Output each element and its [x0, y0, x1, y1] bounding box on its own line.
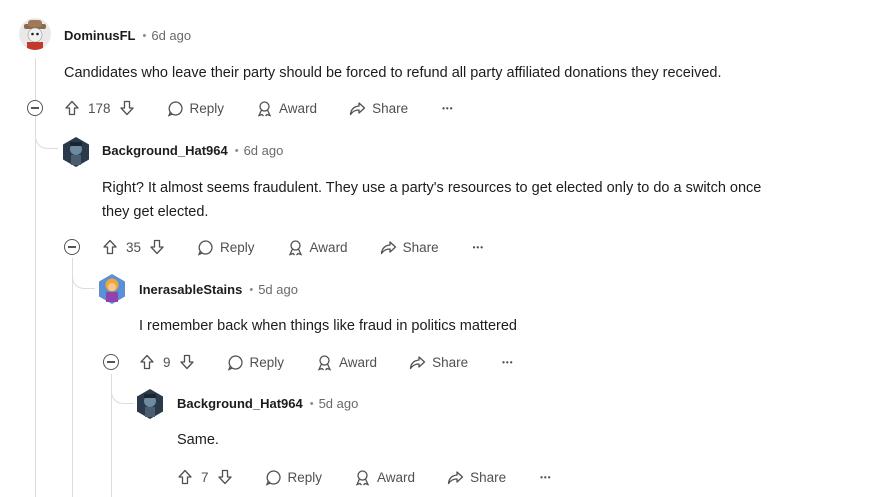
share-label: Share	[372, 100, 409, 116]
author-name[interactable]: DominusFL	[64, 28, 136, 43]
speech-bubble-icon	[227, 354, 243, 371]
share-arrow-icon	[349, 101, 366, 115]
vote-group: 7	[177, 469, 233, 485]
vote-group: 9	[139, 354, 195, 370]
award-ribbon-icon	[288, 239, 302, 256]
reply-label: Reply	[189, 100, 225, 116]
comment-actions: 7 Reply Award Share •••	[177, 465, 552, 489]
award-label: Award	[377, 469, 416, 485]
award-button[interactable]: Award	[256, 100, 317, 117]
separator: •	[309, 397, 314, 410]
timestamp[interactable]: 6d ago	[244, 143, 284, 158]
comment-meta: Background_Hat964 • 5d ago	[177, 396, 358, 411]
share-button[interactable]: Share	[409, 354, 468, 371]
timestamp[interactable]: 6d ago	[151, 28, 191, 43]
timestamp[interactable]: 5d ago	[319, 396, 359, 411]
comment-text-line: I remember back when things like fraud i…	[139, 318, 517, 334]
separator: •	[234, 144, 239, 157]
comment-text-line: Candidates who leave their party should …	[64, 65, 722, 81]
collapse-minus-icon[interactable]	[103, 354, 119, 370]
reply-label: Reply	[287, 469, 323, 485]
award-ribbon-icon	[257, 100, 272, 117]
speech-bubble-icon	[265, 469, 281, 486]
vote-group: 35	[102, 239, 165, 255]
vote-count: 7	[201, 469, 209, 485]
thread-line-level-0	[35, 58, 36, 497]
reply-label: Reply	[249, 354, 285, 370]
share-arrow-icon	[380, 240, 396, 254]
award-label: Award	[279, 100, 318, 116]
comment-meta: DominusFL • 6d ago	[64, 28, 191, 43]
collapse-minus-icon[interactable]	[64, 239, 80, 255]
share-label: Share	[470, 469, 507, 485]
arrow-down-icon[interactable]	[119, 100, 135, 116]
comment-actions: 35 Reply Award Share •••	[102, 235, 484, 259]
share-label: Share	[402, 239, 439, 255]
avatar[interactable]	[96, 273, 128, 305]
avatar[interactable]	[134, 388, 166, 420]
arrow-up-icon[interactable]	[64, 100, 80, 116]
author-name[interactable]: InerasableStains	[139, 282, 242, 297]
collapse-minus-icon[interactable]	[27, 100, 43, 116]
vote-count: 35	[126, 239, 142, 255]
award-label: Award	[339, 354, 378, 370]
arrow-down-icon[interactable]	[149, 239, 165, 255]
share-button[interactable]: Share	[380, 239, 439, 256]
comment-body: Right? It almost seems fraudulent. They …	[102, 176, 761, 224]
reply-label: Reply	[220, 239, 255, 255]
vote-count: 178	[88, 100, 111, 116]
share-label: Share	[432, 354, 469, 370]
award-button[interactable]: Award	[354, 469, 415, 486]
author-name[interactable]: Background_Hat964	[177, 396, 303, 411]
comment-text-line: Same.	[177, 432, 219, 448]
reply-button[interactable]: Reply	[227, 354, 285, 371]
comment-actions: 9 Reply Award Share •••	[139, 350, 514, 374]
vote-count: 9	[163, 354, 171, 370]
reply-button[interactable]: Reply	[197, 239, 255, 256]
thread-line-level-1	[72, 258, 73, 497]
comment-body: Same.	[177, 428, 219, 452]
thread-connector	[35, 132, 58, 149]
speech-bubble-icon	[167, 100, 183, 117]
comment-body: I remember back when things like fraud i…	[139, 314, 517, 338]
more-options-button[interactable]: •••	[540, 473, 551, 482]
award-button[interactable]: Award	[316, 354, 377, 371]
share-button[interactable]: Share	[349, 100, 408, 117]
award-button[interactable]: Award	[287, 239, 348, 256]
reply-button[interactable]: Reply	[167, 100, 225, 117]
speech-bubble-icon	[197, 239, 213, 256]
arrow-down-icon[interactable]	[179, 354, 195, 370]
award-label: Award	[309, 239, 348, 255]
arrow-down-icon[interactable]	[217, 469, 233, 485]
author-name[interactable]: Background_Hat964	[102, 143, 228, 158]
comment-text-line: they get elected.	[102, 204, 209, 220]
arrow-up-icon[interactable]	[139, 354, 155, 370]
more-options-button[interactable]: •••	[442, 104, 453, 113]
more-options-button[interactable]: •••	[473, 243, 484, 252]
vote-group: 178	[64, 100, 135, 116]
share-button[interactable]: Share	[447, 469, 506, 486]
separator: •	[249, 283, 254, 296]
share-arrow-icon	[447, 470, 464, 484]
avatar[interactable]	[60, 136, 92, 168]
separator: •	[142, 29, 147, 42]
share-arrow-icon	[409, 355, 426, 369]
arrow-up-icon[interactable]	[177, 469, 193, 485]
thread-connector	[72, 272, 95, 289]
comment-meta: Background_Hat964 • 6d ago	[102, 143, 283, 158]
thread-connector	[111, 387, 134, 404]
comment-meta: InerasableStains • 5d ago	[139, 282, 298, 297]
comment-text-line: Right? It almost seems fraudulent. They …	[102, 180, 762, 196]
arrow-up-icon[interactable]	[102, 239, 118, 255]
timestamp[interactable]: 5d ago	[258, 282, 298, 297]
comment-body: Candidates who leave their party should …	[64, 61, 721, 85]
more-options-button[interactable]: •••	[502, 358, 513, 367]
avatar[interactable]	[19, 18, 51, 50]
award-ribbon-icon	[317, 354, 332, 371]
award-ribbon-icon	[355, 469, 370, 486]
reply-button[interactable]: Reply	[265, 469, 323, 486]
comment-actions: 178 Reply Award Share •••	[64, 96, 454, 120]
